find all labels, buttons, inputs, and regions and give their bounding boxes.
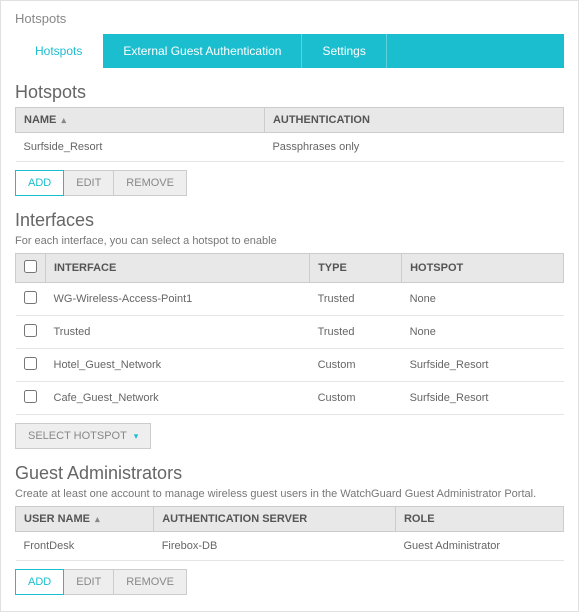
interfaces-desc: For each interface, you can select a hot… xyxy=(15,235,564,247)
interfaces-section-title: Interfaces xyxy=(15,210,564,231)
chevron-down-icon: ▾ xyxy=(134,431,139,441)
hotspot-auth: Passphrases only xyxy=(264,133,563,162)
admins-col-role[interactable]: ROLE xyxy=(395,507,563,532)
page-title: Hotspots xyxy=(15,11,564,26)
interfaces-col-type[interactable]: TYPE xyxy=(310,254,402,283)
table-row[interactable]: Surfside_Resort Passphrases only xyxy=(16,133,564,162)
interface-type: Custom xyxy=(310,382,402,415)
interface-name: Trusted xyxy=(46,316,310,349)
interface-type: Custom xyxy=(310,349,402,382)
admins-section-title: Guest Administrators xyxy=(15,463,564,484)
hotspots-table: NAME ▴ AUTHENTICATION Surfside_Resort Pa… xyxy=(15,107,564,162)
row-checkbox[interactable] xyxy=(24,291,37,304)
interface-name: Cafe_Guest_Network xyxy=(46,382,310,415)
hotspots-col-auth[interactable]: AUTHENTICATION xyxy=(264,108,563,133)
admins-col-authserver[interactable]: AUTHENTICATION SERVER xyxy=(154,507,396,532)
interfaces-table: INTERFACE TYPE HOTSPOT WG-Wireless-Acces… xyxy=(15,253,564,415)
table-row[interactable]: Hotel_Guest_Network Custom Surfside_Reso… xyxy=(16,349,564,382)
hotspots-col-name[interactable]: NAME ▴ xyxy=(16,108,265,133)
sort-icon: ▴ xyxy=(95,514,100,524)
interface-hotspot: None xyxy=(402,283,564,316)
interfaces-col-hotspot[interactable]: HOTSPOT xyxy=(402,254,564,283)
select-all-header xyxy=(16,254,46,283)
admins-col-user[interactable]: USER NAME ▴ xyxy=(16,507,154,532)
admins-desc: Create at least one account to manage wi… xyxy=(15,488,564,500)
admin-user: FrontDesk xyxy=(16,532,154,561)
interface-type: Trusted xyxy=(310,316,402,349)
tab-external-auth[interactable]: External Guest Authentication xyxy=(103,34,302,68)
table-row[interactable]: WG-Wireless-Access-Point1 Trusted None xyxy=(16,283,564,316)
row-checkbox[interactable] xyxy=(24,357,37,370)
edit-button[interactable]: EDIT xyxy=(64,569,114,595)
hotspots-button-row: ADD EDIT REMOVE xyxy=(15,170,564,196)
tab-bar: Hotspots External Guest Authentication S… xyxy=(15,34,564,68)
remove-button[interactable]: REMOVE xyxy=(114,170,187,196)
edit-button[interactable]: EDIT xyxy=(64,170,114,196)
interface-name: WG-Wireless-Access-Point1 xyxy=(46,283,310,316)
interface-name: Hotel_Guest_Network xyxy=(46,349,310,382)
add-button[interactable]: ADD xyxy=(15,569,64,595)
tab-hotspots[interactable]: Hotspots xyxy=(15,34,103,68)
row-checkbox[interactable] xyxy=(24,390,37,403)
table-row[interactable]: Trusted Trusted None xyxy=(16,316,564,349)
admin-authserver: Firebox-DB xyxy=(154,532,396,561)
select-hotspot-button[interactable]: SELECT HOTSPOT ▾ xyxy=(15,423,151,449)
hotspot-name: Surfside_Resort xyxy=(16,133,265,162)
table-row[interactable]: Cafe_Guest_Network Custom Surfside_Resor… xyxy=(16,382,564,415)
sort-icon: ▴ xyxy=(61,115,66,125)
add-button[interactable]: ADD xyxy=(15,170,64,196)
remove-button[interactable]: REMOVE xyxy=(114,569,187,595)
interfaces-button-row: SELECT HOTSPOT ▾ xyxy=(15,423,564,449)
tab-settings[interactable]: Settings xyxy=(302,34,386,68)
col-user-label: USER NAME xyxy=(24,513,90,525)
select-all-checkbox[interactable] xyxy=(24,260,37,273)
col-name-label: NAME xyxy=(24,114,56,126)
select-hotspot-label: SELECT HOTSPOT xyxy=(28,430,127,442)
interfaces-col-interface[interactable]: INTERFACE xyxy=(46,254,310,283)
interface-hotspot: Surfside_Resort xyxy=(402,349,564,382)
interface-hotspot: Surfside_Resort xyxy=(402,382,564,415)
hotspots-section-title: Hotspots xyxy=(15,82,564,103)
admins-button-row: ADD EDIT REMOVE xyxy=(15,569,564,595)
table-row[interactable]: FrontDesk Firebox-DB Guest Administrator xyxy=(16,532,564,561)
admin-role: Guest Administrator xyxy=(395,532,563,561)
interface-hotspot: None xyxy=(402,316,564,349)
row-checkbox[interactable] xyxy=(24,324,37,337)
interface-type: Trusted xyxy=(310,283,402,316)
admins-table: USER NAME ▴ AUTHENTICATION SERVER ROLE F… xyxy=(15,506,564,561)
